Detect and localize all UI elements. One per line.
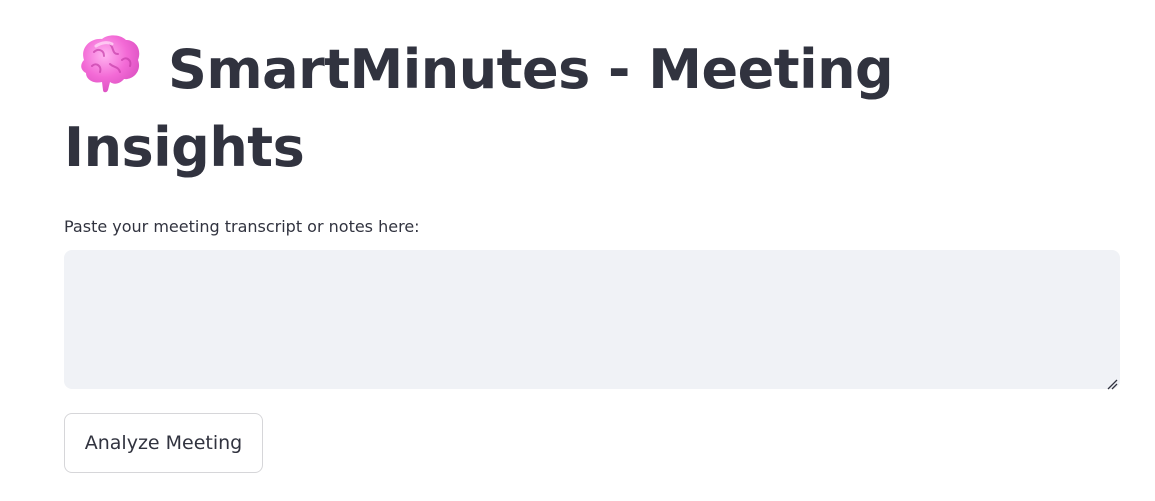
transcript-field-container — [64, 250, 1120, 390]
transcript-textarea[interactable] — [64, 250, 1120, 389]
main-container: SmartMinutes - Meeting Insights Paste yo… — [64, 0, 1120, 501]
resize-handle-icon[interactable] — [1106, 375, 1118, 390]
page-title-text: SmartMinutes - Meeting Insights — [64, 38, 894, 179]
analyze-meeting-button[interactable]: Analyze Meeting — [64, 413, 263, 473]
transcript-label: Paste your meeting transcript or notes h… — [64, 217, 420, 236]
page-title: SmartMinutes - Meeting Insights — [64, 30, 924, 187]
brain-icon — [74, 30, 144, 94]
